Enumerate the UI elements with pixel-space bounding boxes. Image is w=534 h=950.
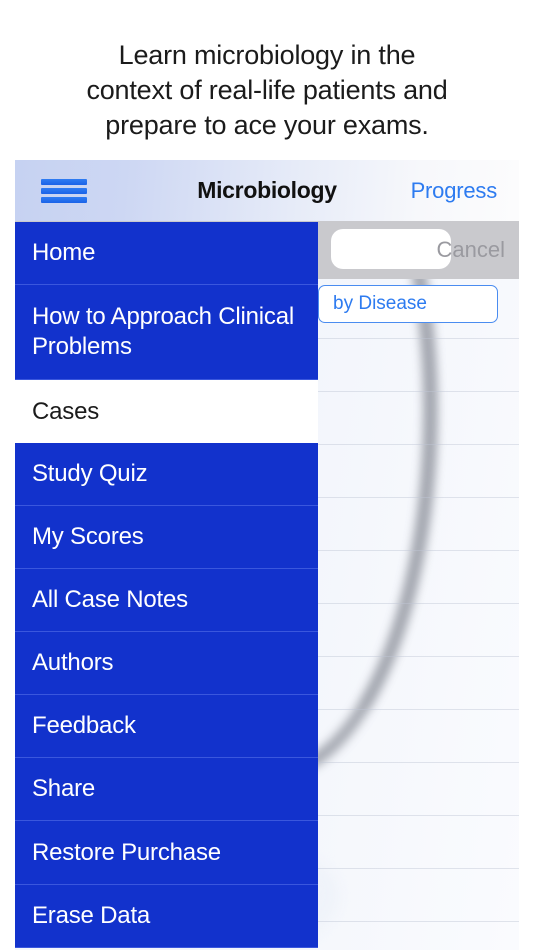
drawer-item-share[interactable]: Share bbox=[15, 758, 318, 821]
drawer-item-label: Study Quiz bbox=[32, 460, 148, 487]
drawer-item-label: Erase Data bbox=[32, 902, 151, 929]
drawer-item-restore-purchase[interactable]: Restore Purchase bbox=[15, 821, 318, 885]
segment-by-disease[interactable]: by Disease bbox=[318, 285, 498, 323]
drawer-item-label: My Scores bbox=[32, 523, 144, 550]
phone-screen: Microbiology Progress Cancel by Disease … bbox=[15, 160, 519, 950]
drawer-item-label: All Case Notes bbox=[32, 586, 188, 613]
navigation-bar: Microbiology Progress bbox=[15, 160, 519, 221]
drawer-item-label: Cases bbox=[32, 397, 100, 425]
drawer-item-label: How to Approach Clinical Problems bbox=[32, 303, 295, 360]
headline-line-2: context of real-life patients and bbox=[86, 75, 448, 105]
app-store-screenshot: Learn microbiology in the context of rea… bbox=[0, 0, 534, 950]
side-drawer-menu: Home How to Approach Clinical Problems Cas… bbox=[15, 222, 318, 948]
drawer-item-authors[interactable]: Authors bbox=[15, 632, 318, 695]
drawer-item-label: Share bbox=[32, 775, 96, 802]
progress-button[interactable]: Progress bbox=[411, 160, 498, 221]
drawer-item-label: Home bbox=[32, 239, 96, 266]
search-input[interactable] bbox=[331, 229, 451, 269]
drawer-item-all-case-notes[interactable]: All Case Notes bbox=[15, 569, 318, 632]
drawer-item-label: Feedback bbox=[32, 712, 136, 739]
headline-line-3: prepare to ace your exams. bbox=[105, 110, 429, 140]
headline-caption: Learn microbiology in the context of rea… bbox=[0, 38, 534, 143]
drawer-item-my-scores[interactable]: My Scores bbox=[15, 506, 318, 569]
drawer-item-erase-data[interactable]: Erase Data bbox=[15, 885, 318, 948]
drawer-item-feedback[interactable]: Feedback bbox=[15, 695, 318, 758]
headline-line-1: Learn microbiology in the bbox=[118, 40, 416, 70]
cancel-button[interactable]: Cancel bbox=[437, 221, 505, 279]
drawer-item-cases[interactable]: Cases bbox=[15, 380, 318, 443]
drawer-item-label: Authors bbox=[32, 649, 114, 676]
drawer-item-label: Restore Purchase bbox=[32, 838, 221, 866]
drawer-item-study-quiz[interactable]: Study Quiz bbox=[15, 443, 318, 506]
drawer-item-home[interactable]: Home bbox=[15, 222, 318, 285]
drawer-item-how-to-approach-clinical-problems[interactable]: How to Approach Clinical Problems bbox=[15, 285, 318, 380]
